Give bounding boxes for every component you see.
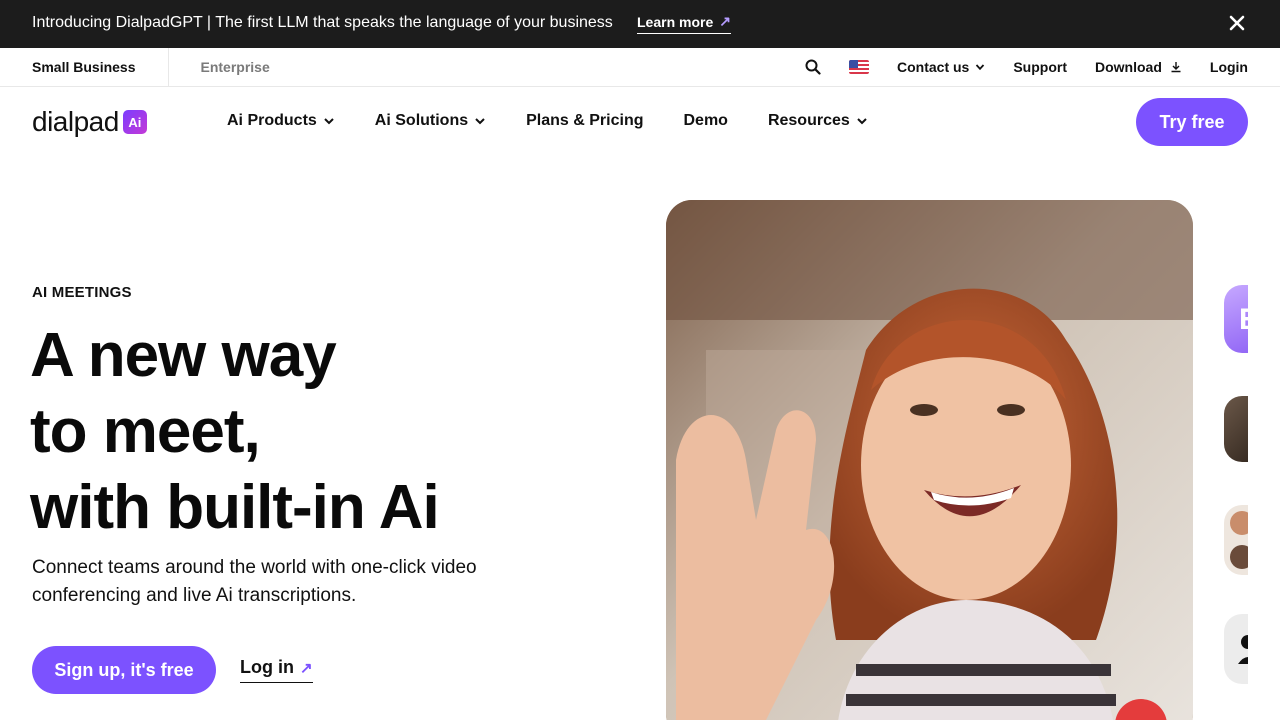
hero-login-link[interactable]: Log in ↗ xyxy=(240,657,313,683)
download-icon xyxy=(1171,62,1181,73)
dialpad-logo[interactable]: dialpad Ai xyxy=(32,108,147,136)
chevron-down-icon xyxy=(475,117,485,124)
nav-item-demo[interactable]: Demo xyxy=(684,112,728,130)
nav-item-label: Ai Solutions xyxy=(374,111,469,129)
download-link[interactable]: Download xyxy=(1095,59,1182,75)
arrow-up-right-icon: ↗ xyxy=(299,659,313,677)
hero-eyebrow: AI MEETINGS xyxy=(32,284,132,301)
chevron-down-icon xyxy=(857,117,867,124)
headline-line: to meet, xyxy=(30,397,261,466)
headline-line: A new way xyxy=(30,321,337,390)
signup-button[interactable]: Sign up, it's free xyxy=(32,646,216,694)
utility-links: Contact us Support Download Login xyxy=(805,48,1248,86)
nav-item-ai-solutions[interactable]: Ai Solutions xyxy=(375,112,486,130)
announcement-text: Introducing DialpadGPT | The first LLM t… xyxy=(32,14,613,31)
nav-menu: Ai Products Ai Solutions Plans & Pricing… xyxy=(227,87,908,154)
segment-small-business[interactable]: Small Business xyxy=(32,48,169,86)
page-right-edge xyxy=(1248,87,1280,720)
nav-item-label: Ai Products xyxy=(227,111,317,129)
chevron-down-icon xyxy=(324,117,334,124)
login-link[interactable]: Login xyxy=(1210,59,1248,75)
contact-us-label: Contact us xyxy=(897,59,970,75)
segment-enterprise[interactable]: Enterprise xyxy=(169,48,270,86)
try-free-button[interactable]: Try free xyxy=(1136,98,1248,146)
video-call-image xyxy=(666,200,1193,720)
support-link[interactable]: Support xyxy=(1013,59,1067,75)
announcement-bar: Introducing DialpadGPT | The first LLM t… xyxy=(0,0,1280,48)
hero-subtext: Connect teams around the world with one-… xyxy=(32,557,477,606)
segment-switcher: Small Business Enterprise xyxy=(32,48,270,86)
nav-item-label: Resources xyxy=(767,111,850,129)
close-icon[interactable] xyxy=(1226,12,1248,34)
learn-more-link[interactable]: Learn more ↗ xyxy=(637,13,731,34)
headline-line: with built-in Ai xyxy=(30,473,440,542)
logo-ai-badge: Ai xyxy=(122,110,147,134)
main-nav: dialpad Ai Ai Products Ai Solutions Plan… xyxy=(0,87,1280,157)
hero-headline: A new way to meet, with built-in Ai xyxy=(30,318,440,546)
search-icon[interactable] xyxy=(805,59,821,75)
hero-login-label: Log in xyxy=(240,657,294,677)
nav-item-ai-products[interactable]: Ai Products xyxy=(227,112,335,130)
video-call-illustration xyxy=(666,200,1193,720)
nav-item-plans-pricing[interactable]: Plans & Pricing xyxy=(526,112,643,130)
us-flag-icon[interactable] xyxy=(849,60,869,74)
contact-us-menu[interactable]: Contact us xyxy=(897,59,985,75)
download-label: Download xyxy=(1095,59,1162,75)
logo-wordmark: dialpad xyxy=(32,106,119,137)
nav-item-resources[interactable]: Resources xyxy=(768,112,868,130)
arrow-up-right-icon: ↗ xyxy=(719,13,731,29)
chevron-down-icon xyxy=(976,64,985,71)
learn-more-label: Learn more xyxy=(637,13,714,30)
utility-bar: Small Business Enterprise Contact us Sup… xyxy=(0,48,1280,87)
